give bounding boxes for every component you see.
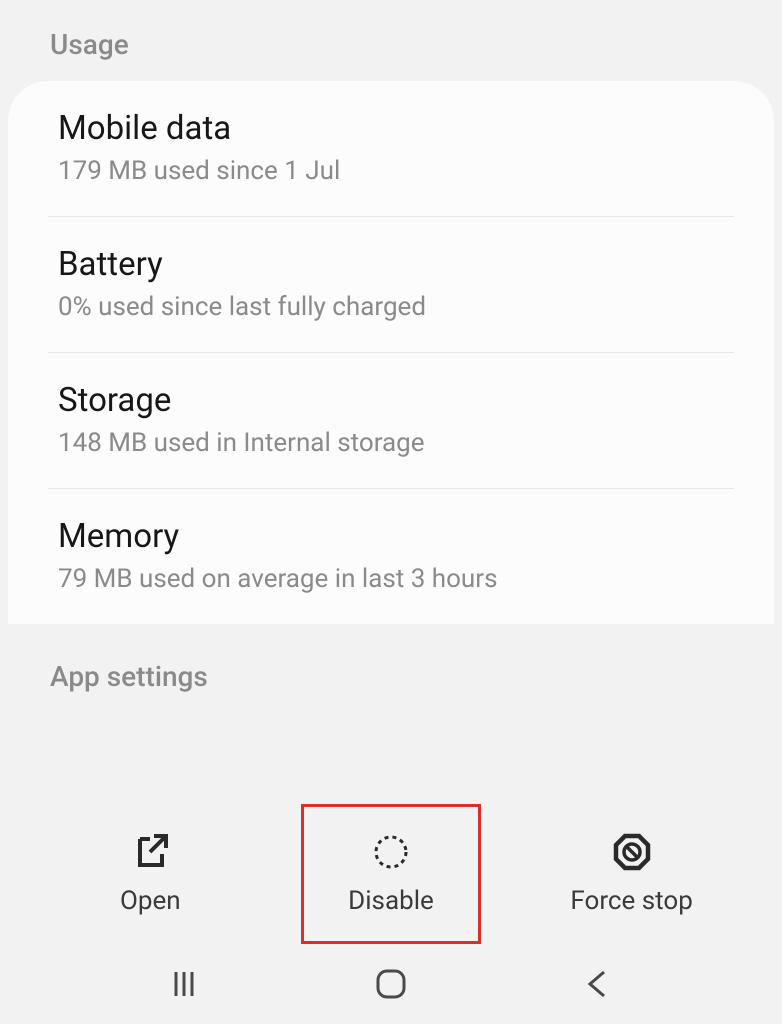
storage-item[interactable]: Storage 148 MB used in Internal storage (48, 353, 734, 489)
force-stop-button[interactable]: Force stop (542, 804, 722, 944)
usage-section-header: Usage (0, 0, 782, 81)
battery-title: Battery (58, 245, 724, 284)
memory-item[interactable]: Memory 79 MB used on average in last 3 h… (48, 489, 734, 624)
mobile-data-title: Mobile data (58, 109, 724, 148)
disable-button[interactable]: Disable (301, 804, 481, 944)
memory-title: Memory (58, 517, 724, 556)
force-stop-label: Force stop (570, 886, 692, 916)
home-button[interactable] (371, 964, 411, 1004)
storage-subtitle: 148 MB used in Internal storage (58, 428, 724, 458)
open-label: Open (120, 886, 181, 916)
recent-apps-button[interactable] (164, 964, 204, 1004)
force-stop-icon (612, 832, 652, 872)
navigation-bar (0, 954, 782, 1014)
back-button[interactable] (578, 964, 618, 1004)
bottom-action-bar: Open Disable Force stop (0, 804, 782, 944)
open-button[interactable]: Open (60, 804, 240, 944)
battery-subtitle: 0% used since last fully charged (58, 292, 724, 322)
mobile-data-item[interactable]: Mobile data 179 MB used since 1 Jul (48, 81, 734, 217)
disable-label: Disable (348, 886, 434, 916)
usage-card: Mobile data 179 MB used since 1 Jul Batt… (8, 81, 774, 624)
open-icon (130, 832, 170, 872)
disable-icon (371, 832, 411, 872)
storage-title: Storage (58, 381, 724, 420)
app-settings-header: App settings (0, 624, 782, 693)
memory-subtitle: 79 MB used on average in last 3 hours (58, 564, 724, 594)
mobile-data-subtitle: 179 MB used since 1 Jul (58, 156, 724, 186)
battery-item[interactable]: Battery 0% used since last fully charged (48, 217, 734, 353)
